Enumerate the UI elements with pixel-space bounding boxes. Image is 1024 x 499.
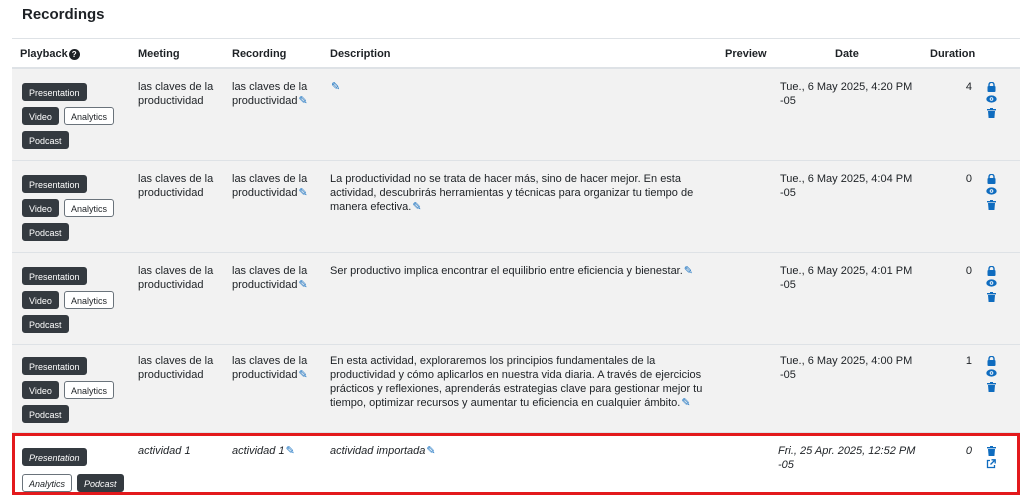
meeting-name: las claves de la productividad [138, 173, 214, 199]
column-header-duration: Duration [930, 48, 976, 60]
lock-icon[interactable] [983, 174, 999, 187]
column-header-recording: Recording [232, 48, 287, 60]
recording-name[interactable]: las claves de la productividad✎ [232, 264, 320, 292]
column-header-playback: Playback? [20, 48, 80, 60]
recording-description[interactable]: ✎ [330, 80, 710, 94]
trash-icon[interactable] [983, 108, 999, 121]
eye-icon[interactable] [983, 95, 999, 108]
recording-date: Tue., 6 May 2025, 4:00 PM -05 [780, 355, 913, 381]
meeting-name: las claves de la productividad [138, 265, 214, 291]
column-header-date: Date [835, 48, 859, 60]
table-row: Presentation Video Analytics Podcast las… [12, 345, 1020, 433]
recording-duration: 1 [965, 355, 972, 367]
pencil-icon[interactable]: ✎ [684, 265, 693, 277]
help-icon[interactable]: ? [68, 49, 80, 60]
table-row: Presentation Video Analytics Podcast las… [12, 161, 1020, 253]
meeting-name: actividad 1 [138, 445, 191, 457]
podcast-button[interactable]: Podcast [22, 131, 69, 149]
pencil-icon[interactable]: ✎ [426, 445, 435, 457]
recording-name-text: las claves de la productividad [232, 265, 308, 291]
recording-date: Fri., 25 Apr. 2025, 12:52 PM -05 [778, 445, 916, 471]
pencil-icon[interactable]: ✎ [298, 187, 307, 199]
recording-name-text: las claves de la productividad [232, 355, 308, 381]
table-header: Playback? Meeting Recording Description … [12, 38, 1020, 69]
recording-name-text: las claves de la productividad [232, 81, 308, 107]
presentation-button[interactable]: Presentation [22, 357, 87, 375]
recording-name[interactable]: las claves de la productividad✎ [232, 354, 320, 382]
lock-icon[interactable] [983, 266, 999, 279]
recording-name[interactable]: las claves de la productividad✎ [232, 172, 320, 200]
recording-duration: 0 [965, 173, 972, 185]
eye-icon[interactable] [983, 369, 999, 382]
pencil-icon[interactable]: ✎ [298, 279, 307, 291]
video-button[interactable]: Video [22, 107, 59, 125]
column-header-meeting: Meeting [138, 48, 180, 60]
recording-description[interactable]: La productividad no se trata de hacer má… [330, 172, 710, 214]
analytics-button[interactable]: Analytics [64, 291, 115, 309]
trash-icon[interactable] [983, 382, 999, 395]
playback-header-label: Playback [20, 48, 68, 60]
page-title: Recordings [22, 6, 105, 23]
pencil-icon[interactable]: ✎ [298, 95, 307, 107]
recording-duration: 4 [965, 81, 972, 93]
description-text: Ser productivo implica encontrar el equi… [330, 265, 683, 277]
presentation-button[interactable]: Presentation [22, 267, 87, 285]
trash-icon[interactable] [983, 446, 999, 459]
column-header-preview: Preview [725, 48, 767, 60]
pencil-icon[interactable]: ✎ [298, 369, 307, 381]
pencil-icon[interactable]: ✎ [331, 81, 340, 93]
row-actions [983, 266, 999, 305]
recording-description[interactable]: En esta actividad, exploraremos los prin… [330, 354, 710, 410]
row-actions [983, 174, 999, 213]
eye-icon[interactable] [983, 279, 999, 292]
podcast-button[interactable]: Podcast [77, 474, 124, 492]
recordings-table: Playback? Meeting Recording Description … [12, 38, 1020, 495]
recording-name-text: las claves de la productividad [232, 173, 308, 199]
table-row-highlighted: Presentation Analytics Podcast actividad… [12, 433, 1020, 495]
external-link-icon[interactable] [983, 459, 999, 472]
row-actions [983, 82, 999, 121]
podcast-button[interactable]: Podcast [22, 405, 69, 423]
row-actions [983, 446, 999, 472]
podcast-button[interactable]: Podcast [22, 223, 69, 241]
podcast-button[interactable]: Podcast [22, 315, 69, 333]
description-text: actividad importada [330, 445, 426, 457]
recording-duration: 0 [965, 445, 972, 457]
recording-name[interactable]: actividad 1✎ [232, 444, 320, 458]
recording-date: Tue., 6 May 2025, 4:20 PM -05 [780, 81, 913, 107]
eye-icon[interactable] [983, 187, 999, 200]
presentation-button[interactable]: Presentation [22, 83, 87, 101]
table-row: Presentation Video Analytics Podcast las… [12, 69, 1020, 161]
presentation-button[interactable]: Presentation [22, 175, 87, 193]
meeting-name: las claves de la productividad [138, 81, 214, 107]
description-text: La productividad no se trata de hacer má… [330, 173, 694, 213]
meeting-name: las claves de la productividad [138, 355, 214, 381]
recording-date: Tue., 6 May 2025, 4:04 PM -05 [780, 173, 913, 199]
column-header-description: Description [330, 48, 391, 60]
recording-duration: 0 [965, 265, 972, 277]
recording-name-text: actividad 1 [232, 445, 285, 457]
video-button[interactable]: Video [22, 381, 59, 399]
analytics-button[interactable]: Analytics [22, 474, 73, 492]
lock-icon[interactable] [983, 356, 999, 369]
pencil-icon[interactable]: ✎ [412, 201, 421, 213]
table-row: Presentation Video Analytics Podcast las… [12, 253, 1020, 345]
presentation-button[interactable]: Presentation [22, 448, 87, 466]
trash-icon[interactable] [983, 200, 999, 213]
trash-icon[interactable] [983, 292, 999, 305]
recording-description[interactable]: actividad importada✎ [330, 444, 710, 458]
video-button[interactable]: Video [22, 199, 59, 217]
video-button[interactable]: Video [22, 291, 59, 309]
pencil-icon[interactable]: ✎ [286, 445, 295, 457]
analytics-button[interactable]: Analytics [64, 199, 115, 217]
description-text: En esta actividad, exploraremos los prin… [330, 355, 703, 409]
pencil-icon[interactable]: ✎ [681, 397, 690, 409]
recording-date: Tue., 6 May 2025, 4:01 PM -05 [780, 265, 913, 291]
analytics-button[interactable]: Analytics [64, 107, 115, 125]
row-actions [983, 356, 999, 395]
analytics-button[interactable]: Analytics [64, 381, 115, 399]
recording-name[interactable]: las claves de la productividad✎ [232, 80, 320, 108]
recording-description[interactable]: Ser productivo implica encontrar el equi… [330, 264, 710, 278]
lock-icon[interactable] [983, 82, 999, 95]
